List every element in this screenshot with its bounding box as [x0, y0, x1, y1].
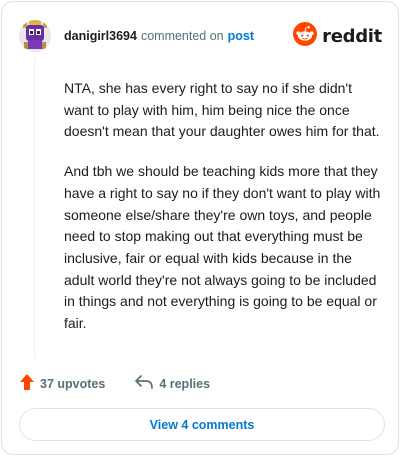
- post-link[interactable]: post: [228, 29, 254, 43]
- comment-actions: 37 upvotes 4 replies: [20, 374, 210, 393]
- replies-count: 4 replies: [159, 376, 211, 391]
- avatar[interactable]: [19, 20, 51, 52]
- upvote-button[interactable]: 37 upvotes: [20, 374, 105, 393]
- comment-paragraph-1: NTA, she has every right to say no if sh…: [64, 80, 380, 140]
- comment-meta: danigirl3694 commented on post: [64, 29, 254, 43]
- upvote-arrow-icon: [20, 374, 34, 393]
- username[interactable]: danigirl3694: [64, 29, 137, 43]
- reply-arrow-icon: [135, 375, 154, 392]
- reddit-snoo-icon: [293, 21, 318, 51]
- comment-body: NTA, she has every right to say no if sh…: [64, 78, 382, 353]
- view-comments-button[interactable]: View 4 comments: [19, 408, 385, 441]
- action-text: commented on: [140, 29, 224, 43]
- comment-header: danigirl3694 commented on post reddit: [19, 18, 382, 54]
- reddit-wordmark: reddit: [322, 25, 382, 47]
- replies-button[interactable]: 4 replies: [135, 375, 210, 392]
- reddit-logo[interactable]: reddit: [293, 21, 382, 51]
- upvote-count: 37 upvotes: [40, 376, 106, 391]
- thread-line: [34, 58, 35, 358]
- comment-card: danigirl3694 commented on post reddit NT…: [1, 1, 399, 455]
- comment-paragraph-2: And tbh we should be teaching kids more …: [64, 163, 381, 332]
